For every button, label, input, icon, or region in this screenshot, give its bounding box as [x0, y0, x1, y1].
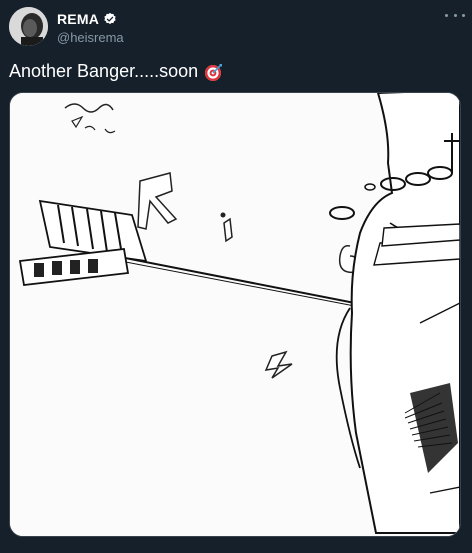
tweet-media-image[interactable] — [9, 92, 461, 537]
tweet-text-content: Another Banger.....soon — [9, 61, 199, 81]
more-options-icon[interactable] — [445, 10, 465, 20]
avatar-image — [9, 7, 48, 46]
display-name[interactable]: REMA — [57, 11, 99, 27]
tweet-text: Another Banger.....soon — [9, 61, 224, 82]
tweet-card[interactable]: REMA @heisrema Another Banger.....soon — [0, 0, 472, 553]
direct-hit-icon — [204, 62, 224, 82]
user-handle[interactable]: @heisrema — [57, 30, 124, 45]
artwork-illustration — [10, 93, 460, 536]
verified-badge-icon — [103, 12, 117, 26]
author-name-row[interactable]: REMA — [57, 11, 117, 27]
avatar[interactable] — [9, 7, 48, 46]
